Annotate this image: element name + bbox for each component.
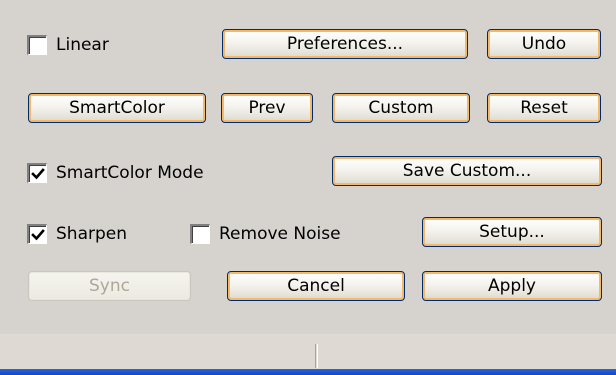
checkmark-icon [31,168,45,180]
smartcolor-button[interactable]: SmartColor [28,93,206,123]
prev-button[interactable]: Prev [221,93,313,123]
remove-noise-label: Remove Noise [219,224,341,244]
reset-button[interactable]: Reset [487,93,601,123]
status-panel-1 [0,344,316,368]
linear-checkbox-box[interactable] [27,35,47,55]
apply-button[interactable]: Apply [422,271,602,301]
sharpen-label: Sharpen [56,224,127,244]
remove-noise-checkbox-box[interactable] [190,224,210,244]
preferences-button[interactable]: Preferences... [222,29,468,59]
sync-button[interactable]: Sync [28,271,191,301]
status-divider [317,344,318,368]
sharpen-checkbox-box[interactable] [27,224,47,244]
sharpen-checkbox[interactable]: Sharpen [27,222,127,246]
undo-button[interactable]: Undo [487,29,601,59]
custom-button[interactable]: Custom [332,93,470,123]
linear-checkbox[interactable]: Linear [27,33,109,57]
smartcolor-mode-checkbox-box[interactable] [27,163,47,183]
taskbar-edge [0,369,616,375]
smartcolor-mode-checkbox[interactable]: SmartColor Mode [27,161,204,185]
linear-label: Linear [56,35,109,55]
cancel-button[interactable]: Cancel [227,271,405,301]
setup-button[interactable]: Setup... [422,217,602,247]
remove-noise-checkbox[interactable]: Remove Noise [190,222,341,246]
smartcolor-panel: Linear Preferences... Undo SmartColor Pr… [0,0,616,334]
smartcolor-mode-label: SmartColor Mode [56,163,204,183]
checkmark-icon [31,229,45,241]
save-custom-button[interactable]: Save Custom... [332,156,602,186]
